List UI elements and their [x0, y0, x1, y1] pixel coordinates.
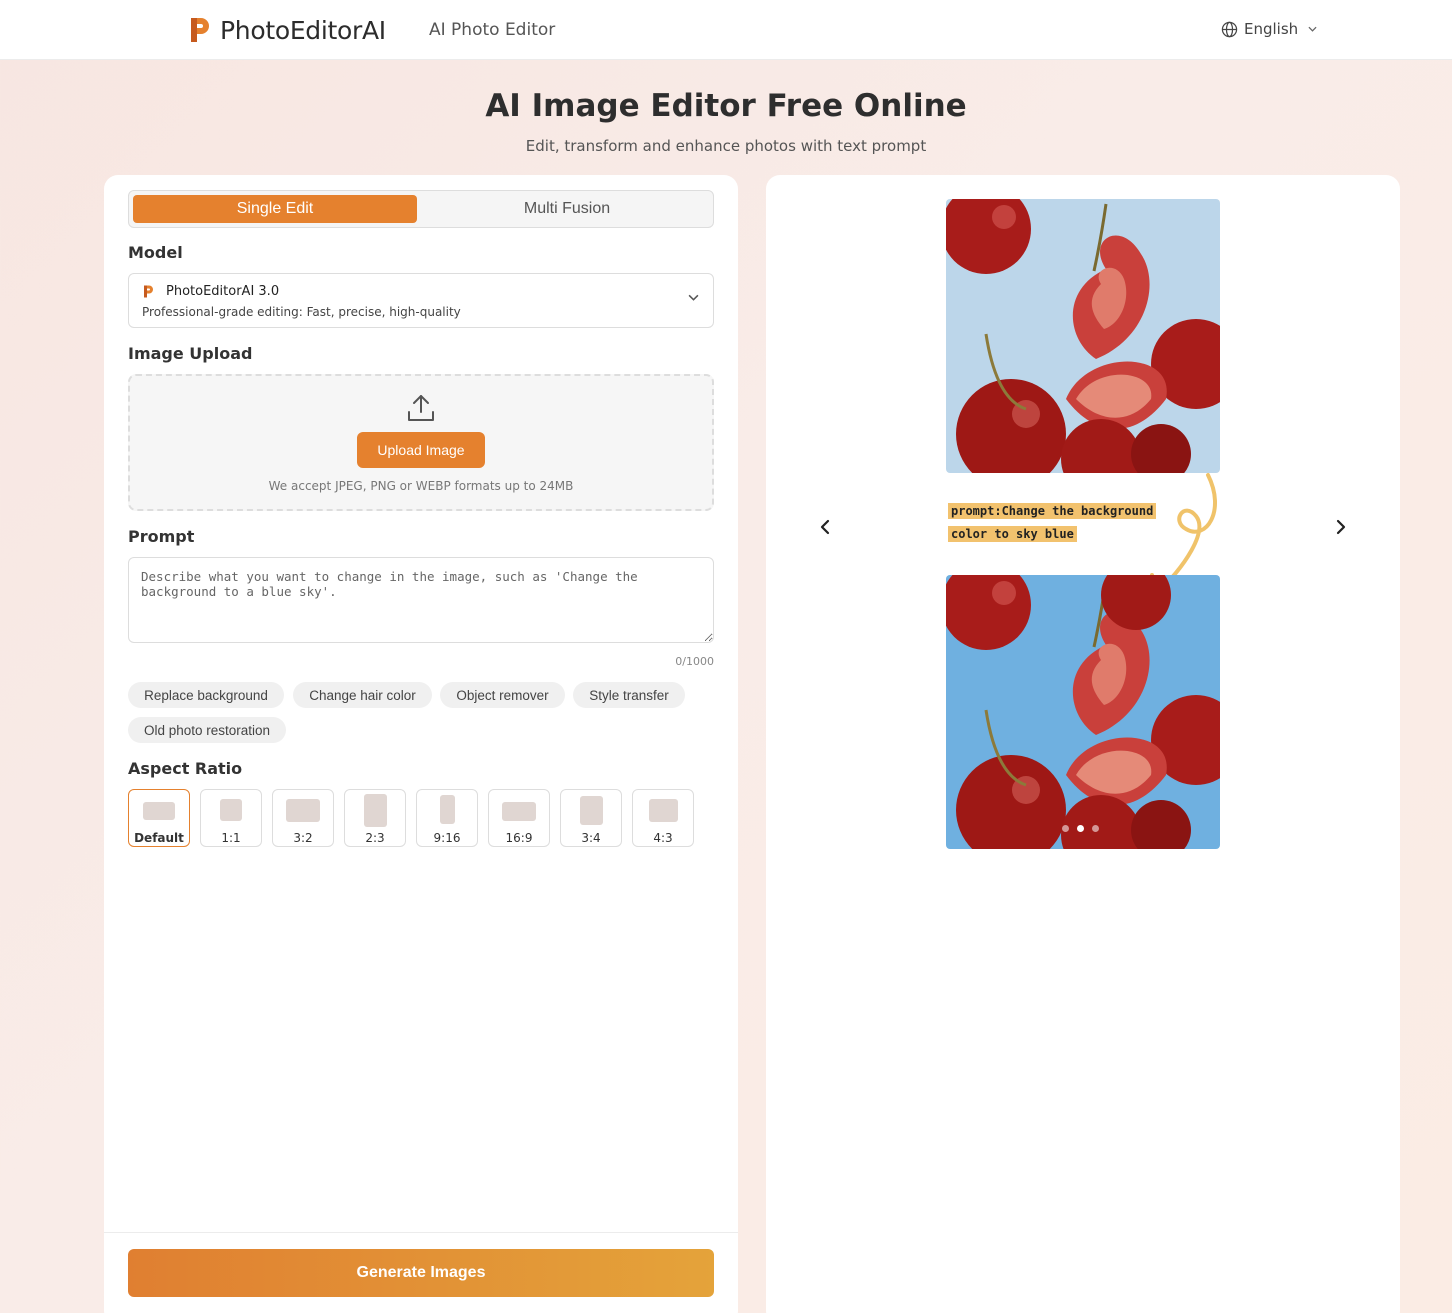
ratio-4-3-shape — [649, 799, 678, 822]
chevron-right-icon[interactable] — [1329, 515, 1353, 539]
carousel-dot[interactable] — [1092, 825, 1099, 832]
aspect-ratio-label: Aspect Ratio — [128, 759, 243, 778]
model-logo-icon — [144, 285, 153, 298]
carousel-dot[interactable] — [1062, 825, 1069, 832]
ratio-3-2-shape — [286, 799, 320, 822]
preview-panel: prompt:Change the background color to sk… — [766, 175, 1400, 1313]
brand-logo[interactable]: PhotoEditorAI — [188, 15, 386, 45]
ratio-3-2[interactable]: 3:2 — [272, 789, 334, 847]
ratio-3-4-shape — [580, 796, 603, 825]
ratio-2-3[interactable]: 2:3 — [344, 789, 406, 847]
ratio-9-16-shape — [440, 795, 455, 824]
model-select[interactable]: PhotoEditorAI 3.0 Professional-grade edi… — [128, 273, 714, 328]
language-selector[interactable]: English — [1221, 20, 1317, 38]
nav-ai-photo-editor[interactable]: AI Photo Editor — [429, 20, 555, 40]
model-description: Professional-grade editing: Fast, precis… — [142, 305, 461, 319]
ratio-16-9-shape — [502, 802, 536, 821]
page-subtitle: Edit, transform and enhance photos with … — [525, 137, 927, 155]
ratio-4-3-label: 4:3 — [653, 831, 673, 845]
chevron-down-icon — [1308, 26, 1317, 32]
ratio-3-4[interactable]: 3:4 — [560, 789, 622, 847]
mode-tabs: Single Edit Multi Fusion — [128, 190, 714, 228]
example-prompt-line-1: prompt:Change the background — [948, 503, 1157, 519]
model-label: Model — [128, 243, 183, 262]
ratio-1-1-label: 1:1 — [221, 831, 241, 845]
logo-icon — [191, 18, 209, 42]
carousel-dot-active[interactable] — [1077, 825, 1084, 832]
language-label: English — [1244, 20, 1299, 38]
chevron-down-icon — [688, 294, 699, 301]
ratio-16-9-label: 16:9 — [505, 831, 533, 845]
top-navbar: PhotoEditorAI AI Photo Editor English — [0, 0, 1452, 60]
generate-images-button[interactable]: Generate Images — [128, 1249, 714, 1297]
upload-icon — [408, 395, 434, 421]
chip-replace-background[interactable]: Replace background — [128, 682, 284, 708]
example-before-image — [946, 199, 1220, 473]
ratio-16-9[interactable]: 16:9 — [488, 789, 550, 847]
ratio-default-label: Default — [134, 831, 184, 845]
example-after-image — [946, 575, 1220, 849]
chip-change-hair-color[interactable]: Change hair color — [293, 682, 432, 708]
chip-style-transfer[interactable]: Style transfer — [573, 682, 685, 708]
globe-icon — [1221, 21, 1238, 37]
example-prompt-line-2: color to sky blue — [948, 526, 1077, 542]
ratio-9-16-label: 9:16 — [433, 831, 461, 845]
chip-old-photo-restoration[interactable]: Old photo restoration — [128, 717, 286, 743]
chip-object-remover[interactable]: Object remover — [440, 682, 565, 708]
prompt-char-counter: 0/1000 — [675, 655, 714, 668]
tab-single-edit[interactable]: Single Edit — [133, 195, 417, 223]
brand-name: PhotoEditorAI — [220, 15, 386, 45]
model-name: PhotoEditorAI 3.0 — [166, 284, 280, 299]
page-title: AI Image Editor Free Online — [485, 88, 967, 124]
prompt-label: Prompt — [128, 527, 195, 546]
tab-multi-fusion[interactable]: Multi Fusion — [425, 195, 709, 223]
ratio-default-shape — [143, 802, 175, 820]
footer-divider — [104, 1232, 738, 1233]
upload-image-button[interactable]: Upload Image — [357, 432, 485, 468]
carousel-dots — [1062, 825, 1107, 832]
image-upload-label: Image Upload — [128, 344, 253, 363]
ratio-2-3-label: 2:3 — [365, 831, 385, 845]
ratio-default[interactable]: Default — [128, 789, 190, 847]
upload-dropzone[interactable]: Upload Image We accept JPEG, PNG or WEBP… — [128, 374, 714, 511]
ratio-2-3-shape — [364, 794, 387, 827]
ratio-4-3[interactable]: 4:3 — [632, 789, 694, 847]
ratio-1-1-shape — [220, 799, 242, 821]
upload-hint: We accept JPEG, PNG or WEBP formats up t… — [268, 479, 574, 493]
ratio-3-2-label: 3:2 — [293, 831, 313, 845]
ratio-9-16[interactable]: 9:16 — [416, 789, 478, 847]
editor-panel: Single Edit Multi Fusion Model PhotoEdit… — [104, 175, 738, 1313]
chevron-left-icon[interactable] — [813, 515, 837, 539]
ratio-1-1[interactable]: 1:1 — [200, 789, 262, 847]
prompt-input[interactable] — [128, 557, 714, 643]
ratio-3-4-label: 3:4 — [581, 831, 601, 845]
